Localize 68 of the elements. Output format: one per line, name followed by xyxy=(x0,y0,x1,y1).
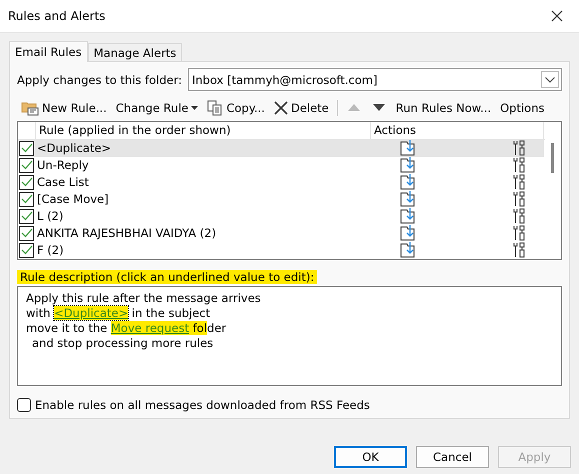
wrench-icon xyxy=(512,157,526,174)
checkbox[interactable] xyxy=(19,174,34,190)
wrench-icon xyxy=(512,225,526,242)
wrench-icon xyxy=(512,191,526,208)
rule-name: F (2) xyxy=(37,243,65,258)
checkbox[interactable] xyxy=(19,226,34,241)
description-line: and stop processing more rules xyxy=(31,336,214,352)
rule-row[interactable]: Case List xyxy=(18,174,544,191)
value-link[interactable]: Move request xyxy=(110,321,190,336)
rule-row[interactable]: F (2) xyxy=(18,242,544,259)
wrench-icon xyxy=(512,242,526,258)
rule-row[interactable]: <Duplicate> xyxy=(18,140,544,157)
rule-name: ANKITA RAJESHBHAI VAIDYA (2) xyxy=(37,226,218,240)
rss-checkbox[interactable] xyxy=(17,398,31,412)
new-rule-button[interactable]: New Rule... xyxy=(17,98,111,118)
rule-name: Case List xyxy=(37,175,90,190)
checkbox[interactable] xyxy=(19,158,34,173)
check-icon xyxy=(20,177,32,188)
dialog-button[interactable]: Cancel xyxy=(416,446,489,468)
description-label: Rule description (click an underlined value to edit): xyxy=(17,270,318,284)
rss-label: Enable rules on all messages downloaded from RSS Feeds xyxy=(35,398,370,412)
change-rule-button[interactable]: Change Rule xyxy=(112,98,202,117)
checkbox[interactable] xyxy=(19,140,34,156)
dropdown-button[interactable] xyxy=(541,71,559,88)
rule-name: Un-Reply xyxy=(37,158,90,172)
wrench-icon xyxy=(512,208,526,224)
window-title: Rules and Alerts xyxy=(8,9,106,23)
checkbox[interactable] xyxy=(19,242,34,258)
check-icon xyxy=(20,143,32,154)
folder-label: Apply changes to this folder: xyxy=(17,72,182,86)
rule-name: [Case Move] xyxy=(37,192,110,206)
delete-button[interactable]: Delete xyxy=(270,98,333,117)
rule-row[interactable]: L (2) xyxy=(18,208,544,225)
check-icon xyxy=(20,245,32,256)
rule-name: <Duplicate> xyxy=(37,141,112,156)
wrench-icon xyxy=(512,140,526,156)
folder-icon xyxy=(21,100,39,116)
folder-dropdown[interactable]: Inbox [tammyh@microsoft.com] xyxy=(188,68,562,91)
checkbox[interactable] xyxy=(19,192,34,207)
delete-icon xyxy=(274,100,288,115)
chevron-down-icon xyxy=(545,76,555,82)
copy-icon xyxy=(207,100,224,116)
check-icon xyxy=(20,211,32,222)
rule-row[interactable]: [Case Move] xyxy=(18,190,544,208)
tab[interactable]: Email Rules xyxy=(9,41,88,62)
value-link[interactable]: <Duplicate> xyxy=(54,306,128,320)
tab[interactable]: Manage Alerts xyxy=(88,43,182,62)
caret-icon xyxy=(191,106,198,110)
checkbox[interactable] xyxy=(19,208,34,224)
check-icon xyxy=(20,160,32,170)
description-line: with <Duplicate> in the subject xyxy=(26,306,212,322)
description-line: Apply this rule after the message arrives xyxy=(26,291,262,306)
rule-name: L (2) xyxy=(37,209,64,224)
check-icon xyxy=(20,194,32,204)
dialog-button[interactable]: OK xyxy=(334,446,407,468)
rule-row[interactable]: ANKITA RAJESHBHAI VAIDYA (2) xyxy=(18,224,544,242)
close-icon xyxy=(551,10,563,22)
column-header[interactable]: Actions xyxy=(371,122,544,139)
options-button[interactable]: Options xyxy=(496,98,548,117)
copy-button[interactable]: Copy... xyxy=(203,98,269,118)
check-icon xyxy=(20,228,32,238)
triangle-down-icon xyxy=(372,104,385,112)
column-header[interactable]: Rule (applied in the order shown) xyxy=(36,122,371,139)
run-rules-button[interactable]: Run Rules Now... xyxy=(392,98,496,117)
rule-row[interactable]: Un-Reply xyxy=(18,156,544,174)
description-line: move it to the Move request folder xyxy=(26,321,228,336)
wrench-icon xyxy=(512,174,526,190)
triangle-up-icon xyxy=(348,104,360,112)
